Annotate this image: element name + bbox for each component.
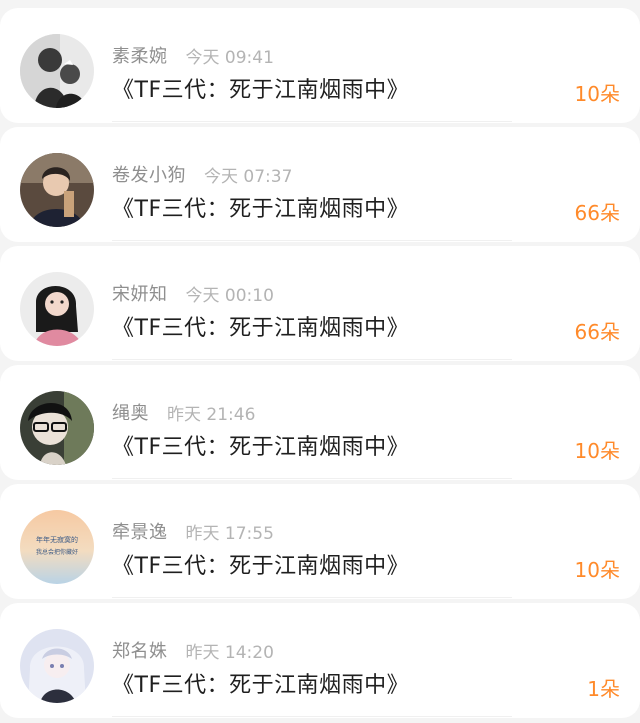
avatar-glasses-boy-icon (20, 391, 94, 465)
list-item[interactable]: 郑名姝 昨天 14:20 《TF三代：死于江南烟雨中》 1朵 (0, 603, 640, 718)
avatar[interactable] (20, 629, 94, 703)
avatar-girl-light-icon (20, 272, 94, 346)
avatar-anime-girl-icon (20, 629, 94, 703)
book-title[interactable]: 《TF三代：死于江南烟雨中》 (112, 429, 409, 461)
avatar[interactable] (20, 391, 94, 465)
book-title[interactable]: 《TF三代：死于江南烟雨中》 (112, 548, 409, 580)
flower-count: 10朵 (574, 439, 620, 463)
timestamp: 今天 00:10 (185, 285, 274, 306)
user-name[interactable]: 卷发小狗 (112, 161, 186, 187)
book-title[interactable]: 《TF三代：死于江南烟雨中》 (112, 191, 409, 223)
list-item[interactable]: 绳奥 昨天 21:46 《TF三代：死于江南烟雨中》 10朵 (0, 365, 640, 480)
gift-record-list: 素柔婉 今天 09:41 《TF三代：死于江南烟雨中》 10朵 卷发小狗 今天 … (0, 0, 640, 723)
avatar-caption-line-2: 我总会把你藏好 (36, 548, 78, 556)
timestamp: 今天 09:41 (185, 47, 274, 68)
flower-count: 10朵 (574, 558, 620, 582)
user-name[interactable]: 素柔婉 (112, 42, 168, 68)
flower-count: 1朵 (587, 677, 620, 701)
user-name[interactable]: 绳奥 (112, 399, 149, 425)
avatar-couple-bw-icon (20, 34, 94, 108)
user-name[interactable]: 郑名姝 (112, 637, 168, 663)
avatar[interactable] (20, 153, 94, 227)
list-item[interactable]: 卷发小狗 今天 07:37 《TF三代：死于江南烟雨中》 66朵 (0, 127, 640, 242)
book-title[interactable]: 《TF三代：死于江南烟雨中》 (112, 72, 409, 104)
flower-count: 66朵 (574, 201, 620, 225)
list-item[interactable]: 素柔婉 今天 09:41 《TF三代：死于江南烟雨中》 10朵 (0, 8, 640, 123)
book-title[interactable]: 《TF三代：死于江南烟雨中》 (112, 310, 409, 342)
avatar-text-sunset-icon: 年年无寂寞的 我总会把你藏好 (20, 510, 94, 584)
book-title[interactable]: 《TF三代：死于江南烟雨中》 (112, 667, 409, 699)
user-name[interactable]: 牵景逸 (112, 518, 168, 544)
user-name[interactable]: 宋妍知 (112, 280, 168, 306)
timestamp: 昨天 21:46 (167, 404, 256, 425)
flower-count: 10朵 (574, 82, 620, 106)
list-item[interactable]: 宋妍知 今天 00:10 《TF三代：死于江南烟雨中》 66朵 (0, 246, 640, 361)
avatar-caption-line-1: 年年无寂寞的 (36, 535, 78, 544)
timestamp: 今天 07:37 (204, 166, 293, 187)
timestamp: 昨天 17:55 (185, 523, 274, 544)
avatar-boy-dark-icon (20, 153, 94, 227)
flower-count: 66朵 (574, 320, 620, 344)
avatar[interactable] (20, 34, 94, 108)
avatar[interactable] (20, 272, 94, 346)
avatar[interactable]: 年年无寂寞的 我总会把你藏好 (20, 510, 94, 584)
timestamp: 昨天 14:20 (185, 642, 274, 663)
list-item[interactable]: 年年无寂寞的 我总会把你藏好 牵景逸 昨天 17:55 《TF三代：死于江南烟雨… (0, 484, 640, 599)
